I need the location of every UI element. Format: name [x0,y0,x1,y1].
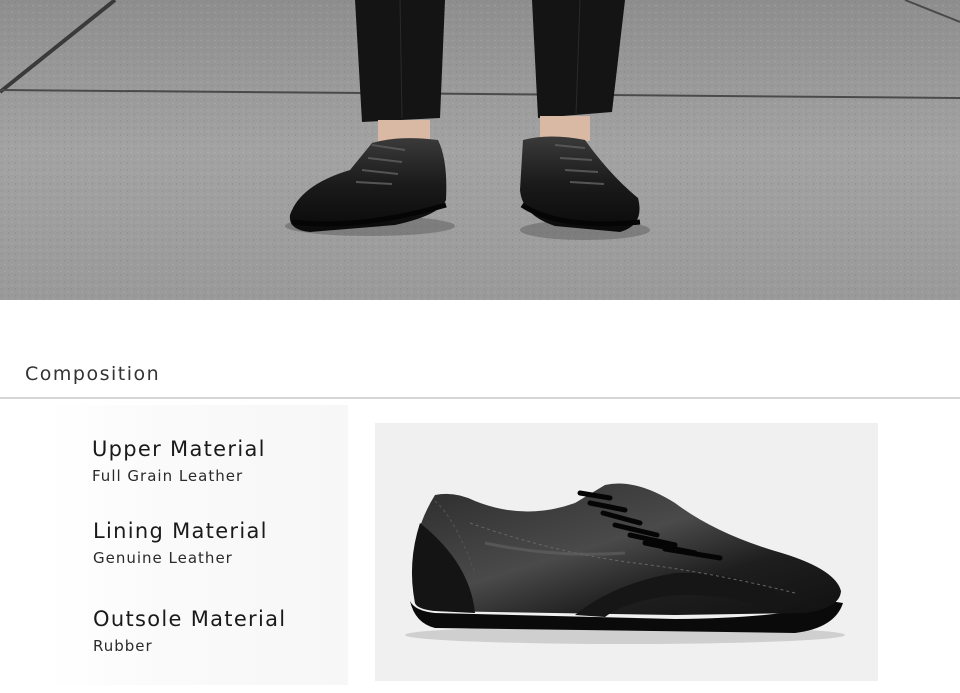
material-value: Genuine Leather [93,549,233,567]
hero-photo-graphic [0,0,960,300]
materials-panel: Upper Material Full Grain Leather Lining… [48,405,348,685]
material-title: Upper Material [92,437,266,461]
product-photo-graphic [375,423,878,681]
material-value: Full Grain Leather [92,467,244,485]
material-title: Outsole Material [93,607,287,631]
section-title: Composition [25,363,161,385]
material-title: Lining Material [93,519,268,543]
hero-photo [0,0,960,300]
material-outsole: Outsole Material Rubber [93,607,286,655]
section-divider [0,397,960,399]
product-photo [375,423,878,681]
material-lining: Lining Material Genuine Leather [93,519,268,567]
material-upper: Upper Material Full Grain Leather [92,437,266,485]
material-value: Rubber [93,637,153,655]
